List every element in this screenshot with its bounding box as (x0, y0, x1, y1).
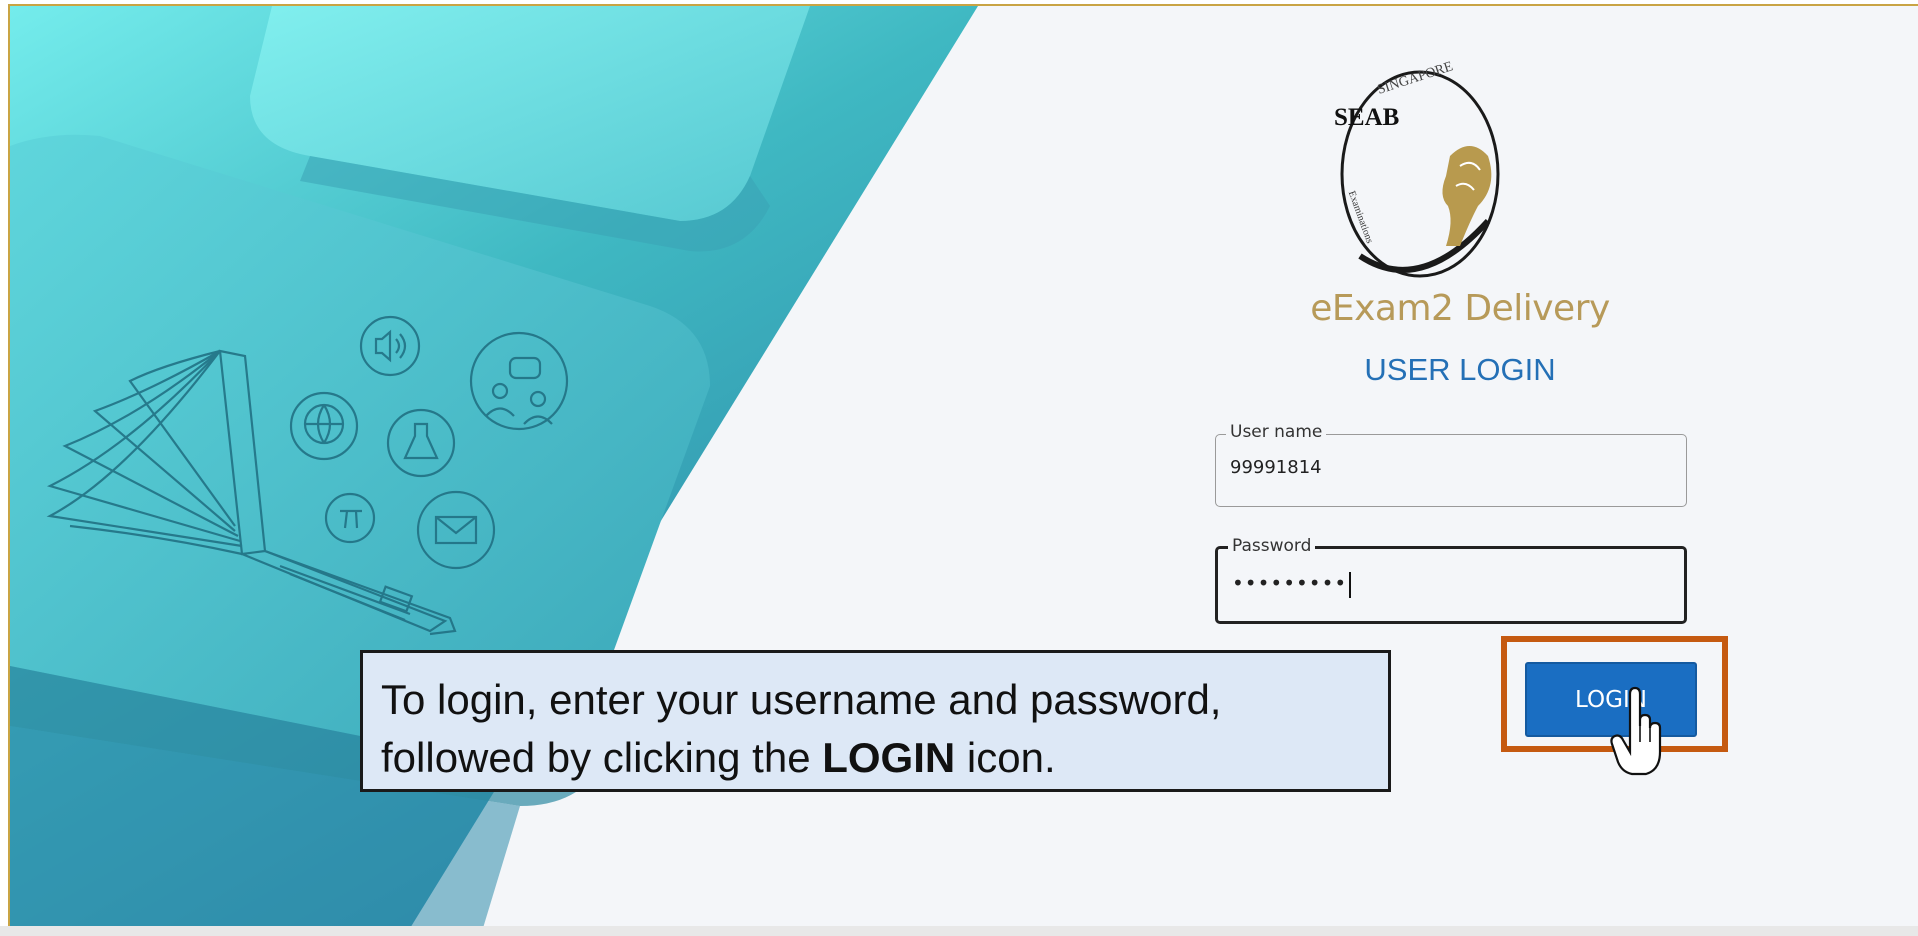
svg-text:SINGAPORE: SINGAPORE (1376, 59, 1455, 98)
login-screen: SINGAPORE Examinations SEAB eExam2 Deliv… (8, 4, 1918, 936)
password-value[interactable]: ••••••••• (1232, 571, 1351, 598)
callout-line-2-suffix: icon. (955, 734, 1056, 781)
bottom-strip (0, 926, 1918, 936)
callout-login-emphasis: LOGIN (822, 734, 956, 781)
password-dots: ••••••••• (1232, 571, 1348, 595)
callout-line-2-prefix: followed by clicking the (381, 734, 823, 781)
instruction-callout: To login, enter your username and passwo… (360, 650, 1391, 792)
app-title: eExam2 Delivery (1310, 288, 1610, 329)
logo-text: SEAB (1334, 104, 1400, 131)
password-label: Password (1228, 536, 1316, 556)
callout-line-2: followed by clicking the LOGIN icon. (381, 729, 1368, 787)
callout-line-1: To login, enter your username and passwo… (381, 676, 1222, 723)
username-label: User name (1226, 422, 1327, 442)
username-value[interactable]: 99991814 (1230, 457, 1322, 478)
username-field[interactable]: User name 99991814 (1215, 422, 1687, 507)
hand-pointer-icon (1610, 686, 1662, 776)
password-field[interactable]: Password ••••••••• (1215, 536, 1687, 624)
page-heading: USER LOGIN (1364, 352, 1556, 387)
seab-logo: SINGAPORE Examinations SEAB (1320, 46, 1510, 281)
text-caret (1349, 571, 1351, 598)
